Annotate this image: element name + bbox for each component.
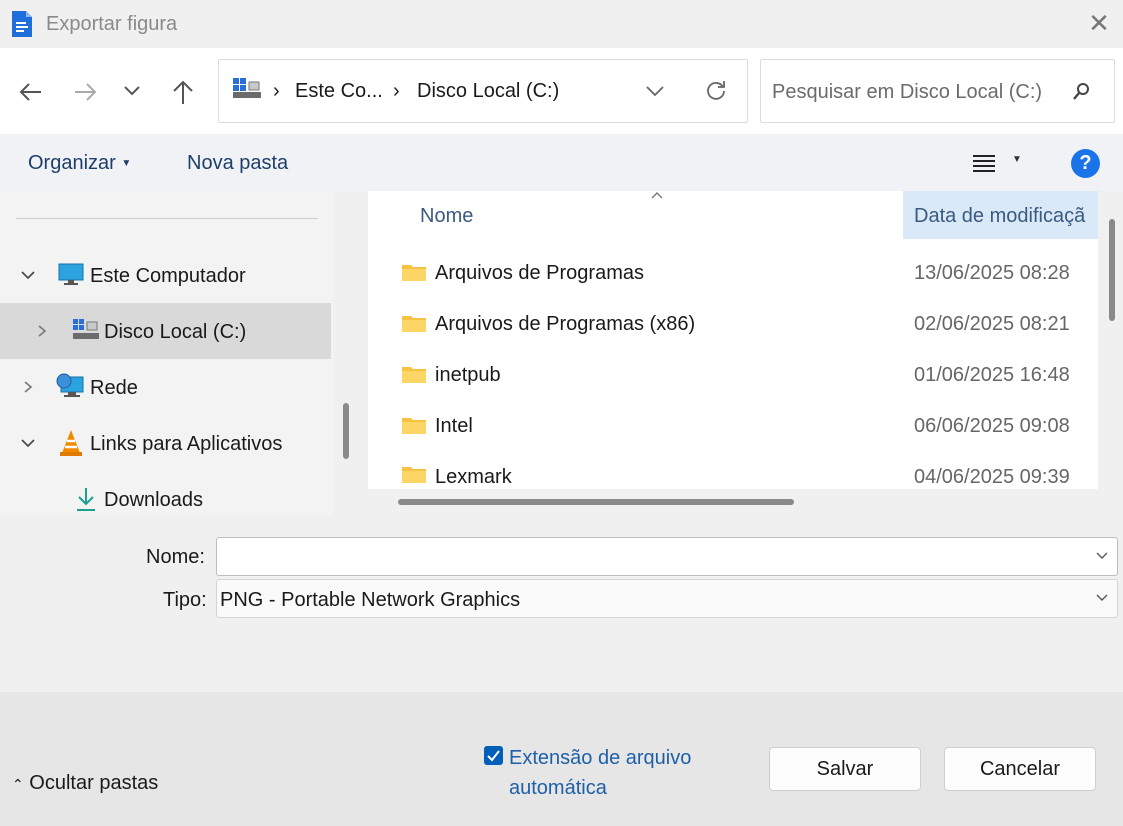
computer-drive-icon <box>233 78 261 98</box>
file-type-value: PNG - Portable Network Graphics <box>220 589 521 611</box>
vlc-cone-icon <box>60 430 82 456</box>
checkmark-icon <box>487 750 500 762</box>
folder-icon <box>402 367 426 383</box>
file-name: Arquivos de Programas <box>435 262 644 284</box>
file-name: Lexmark <box>435 466 512 488</box>
window-title: Exportar figura <box>46 13 178 35</box>
file-type-dropdown-icon[interactable] <box>1095 593 1109 603</box>
sort-up-icon <box>651 192 663 199</box>
chevron-right-icon[interactable] <box>23 380 33 394</box>
caret-down-icon: ▼ <box>121 158 132 170</box>
vertical-scroll-thumb[interactable] <box>1109 219 1115 321</box>
folder-icon <box>402 418 426 434</box>
auto-extension-line2: automática <box>509 777 607 799</box>
network-icon <box>56 373 84 397</box>
file-date: 04/06/2025 09:39 <box>914 466 1070 488</box>
view-list-icon[interactable] <box>972 152 996 174</box>
search-icon[interactable] <box>1071 82 1091 102</box>
date-column-header[interactable]: Data de modificaçã <box>914 205 1098 228</box>
sidebar-item-label: Downloads <box>104 489 203 511</box>
organize-button[interactable]: Organizar ▼ <box>28 152 131 175</box>
document-app-icon <box>12 11 32 37</box>
auto-extension-checkbox[interactable] <box>484 746 503 765</box>
sidebar-item-label: Este Computador <box>90 265 246 287</box>
sidebar-item-label: Links para Aplicativos <box>90 433 283 455</box>
chevron-down-icon[interactable] <box>20 438 36 448</box>
name-column-header[interactable]: Nome <box>420 205 473 228</box>
file-name: inetpub <box>435 364 501 386</box>
help-button[interactable]: ? <box>1071 149 1100 178</box>
address-dropdown-icon[interactable] <box>644 84 666 98</box>
file-name-input[interactable] <box>216 537 1118 576</box>
back-arrow-icon[interactable] <box>18 80 44 104</box>
sidebar-item-label: Disco Local (C:) <box>104 321 247 343</box>
hide-folders-label: Ocultar pastas <box>29 772 159 794</box>
file-date: 13/06/2025 08:28 <box>914 262 1070 284</box>
file-name: Arquivos de Programas (x86) <box>435 313 696 335</box>
file-name-label: Nome: <box>146 546 205 568</box>
chevron-up-icon: ⌃ <box>12 776 24 792</box>
download-arrow-icon <box>77 488 95 511</box>
breadcrumb-separator-icon: › <box>393 80 400 102</box>
file-name-dropdown-icon[interactable] <box>1095 551 1109 561</box>
chevron-right-icon[interactable] <box>37 324 47 338</box>
breadcrumb-local-disk[interactable]: Disco Local (C:) <box>417 80 559 103</box>
view-options-caret-icon[interactable]: ▼ <box>1012 154 1022 165</box>
auto-extension-label[interactable]: Extensão de arquivo automática <box>509 743 729 803</box>
close-icon[interactable]: ✕ <box>1087 10 1111 36</box>
file-date: 06/06/2025 09:08 <box>914 415 1070 437</box>
breadcrumb-this-pc[interactable]: Este Co... <box>295 80 383 103</box>
file-date: 02/06/2025 08:21 <box>914 313 1070 335</box>
auto-extension-line1: Extensão de arquivo <box>509 747 692 769</box>
navigation-scroll-thumb[interactable] <box>343 403 349 459</box>
refresh-icon[interactable] <box>704 78 728 102</box>
breadcrumb-separator-icon: › <box>273 80 280 102</box>
folder-icon <box>402 467 426 483</box>
file-name: Intel <box>435 415 473 437</box>
sidebar-item-label: Rede <box>90 377 138 399</box>
cancel-button[interactable]: Cancelar <box>944 747 1096 791</box>
file-type-label: Tipo: <box>163 589 207 611</box>
nav-divider <box>16 218 318 219</box>
recent-locations-chevron-icon[interactable] <box>122 84 142 98</box>
up-arrow-icon[interactable] <box>170 78 196 106</box>
save-button[interactable]: Salvar <box>769 747 921 791</box>
horizontal-scroll-thumb[interactable] <box>398 499 794 505</box>
monitor-icon <box>58 263 84 285</box>
sidebar-item-network[interactable] <box>0 361 331 417</box>
organize-label: Organizar <box>28 152 116 174</box>
forward-arrow-icon[interactable] <box>72 80 98 104</box>
command-bar <box>0 134 1123 191</box>
chevron-down-icon[interactable] <box>20 270 36 280</box>
search-input[interactable]: Pesquisar em Disco Local (C:) <box>772 81 1042 104</box>
file-date: 01/06/2025 16:48 <box>914 364 1070 386</box>
navigation-scrollbar[interactable] <box>333 191 361 516</box>
drive-icon <box>73 319 99 339</box>
new-folder-button[interactable]: Nova pasta <box>187 152 288 175</box>
folder-icon <box>402 316 426 332</box>
hide-folders-button[interactable]: ⌃ Ocultar pastas <box>12 772 158 795</box>
folder-icon <box>402 265 426 281</box>
